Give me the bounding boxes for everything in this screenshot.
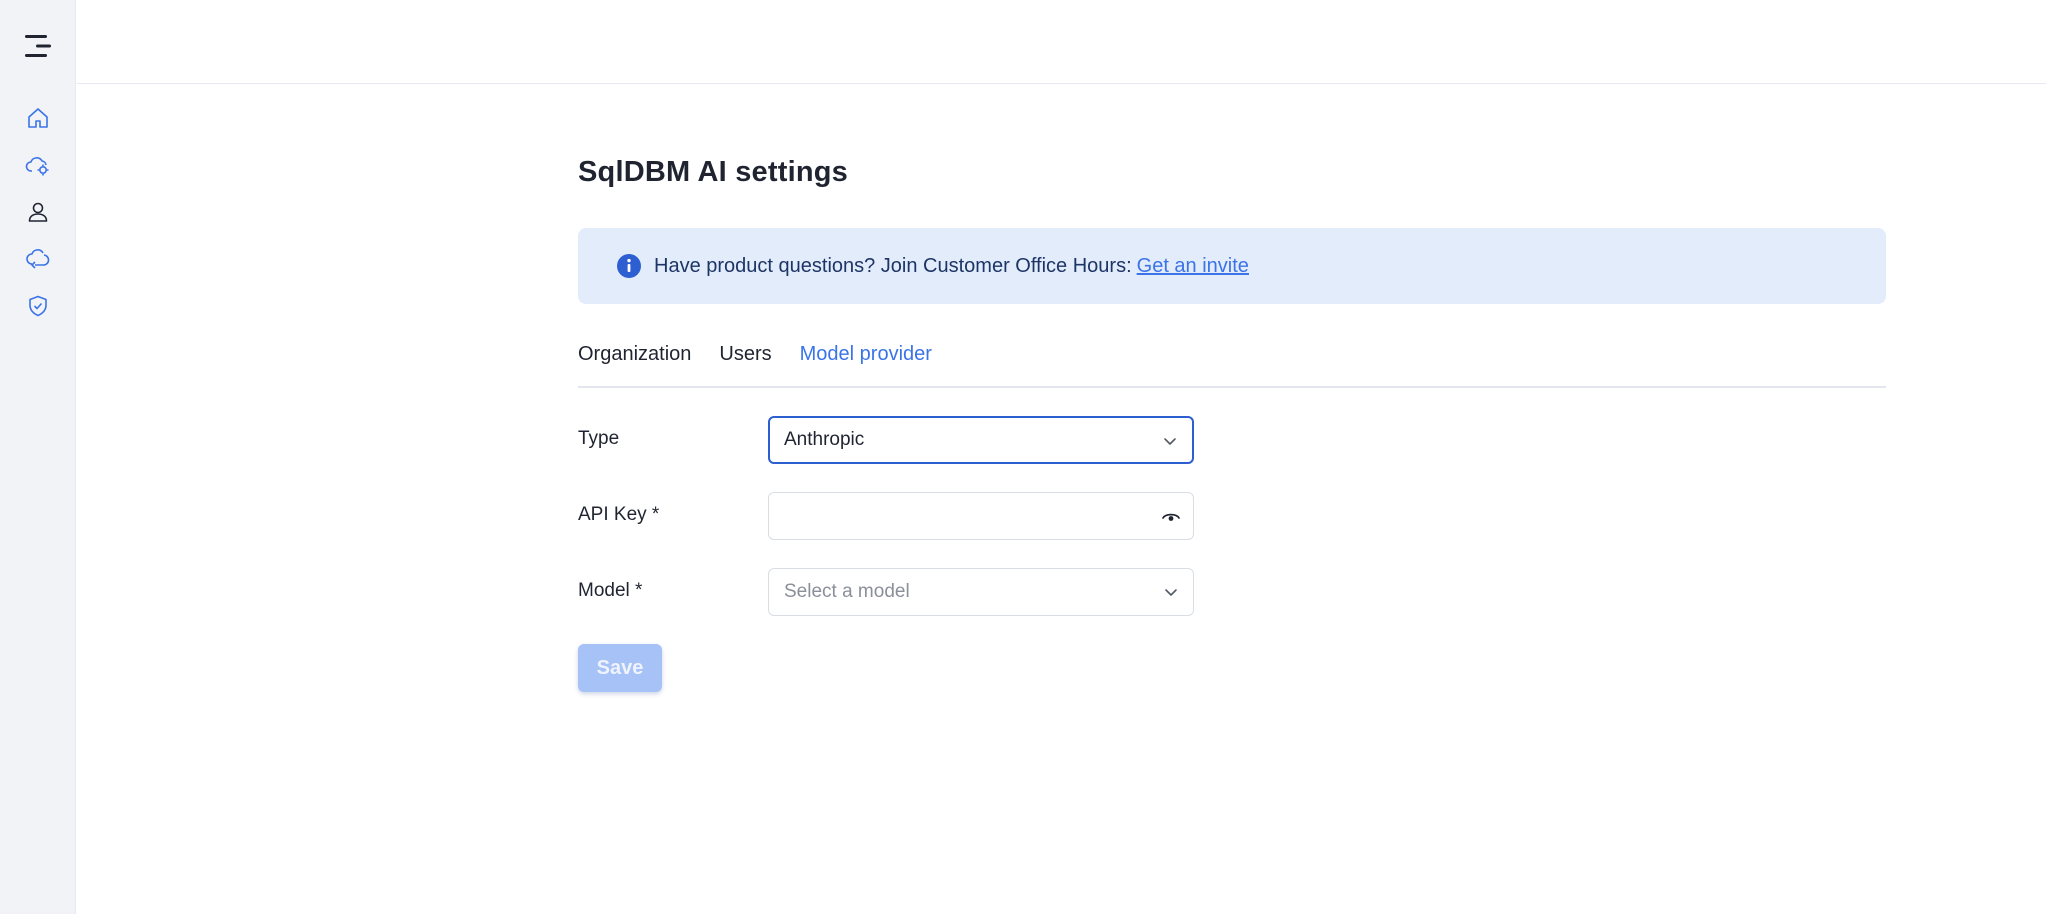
type-select[interactable]: Anthropic	[768, 416, 1194, 464]
home-icon[interactable]	[22, 102, 54, 134]
tab-organization[interactable]: Organization	[578, 342, 691, 366]
settings-tabs: Organization Users Model provider	[578, 342, 1886, 388]
save-button[interactable]: Save	[578, 644, 662, 692]
info-icon	[617, 254, 641, 278]
model-placeholder: Select a model	[784, 581, 910, 602]
api-key-label: API Key *	[578, 504, 660, 525]
top-bar	[77, 0, 2046, 84]
api-key-input[interactable]	[784, 501, 1144, 531]
model-label: Model *	[578, 580, 643, 601]
main-content: SqlDBM AI settings Have product question…	[578, 150, 1886, 692]
sidebar	[0, 0, 76, 914]
chevron-down-icon	[1164, 438, 1176, 445]
api-key-field[interactable]	[768, 492, 1194, 540]
tab-users[interactable]: Users	[719, 342, 771, 366]
info-banner: Have product questions? Join Customer Of…	[578, 228, 1886, 304]
model-row: Model * Select a model	[578, 568, 1886, 616]
type-label: Type	[578, 428, 620, 449]
user-icon[interactable]	[22, 196, 54, 228]
chevron-down-icon	[1165, 589, 1177, 596]
tab-model-provider[interactable]: Model provider	[800, 342, 932, 366]
puzzle-icon[interactable]	[22, 243, 54, 275]
type-row: Type Anthropic	[578, 416, 1886, 464]
banner-text: Have product questions? Join Customer Of…	[654, 254, 1132, 277]
shield-check-icon[interactable]	[22, 290, 54, 322]
api-key-row: API Key *	[578, 492, 1886, 540]
get-invite-link[interactable]: Get an invite	[1137, 255, 1249, 278]
type-selected-value: Anthropic	[784, 429, 865, 450]
cloud-settings-icon[interactable]	[22, 149, 54, 181]
menu-icon[interactable]	[22, 32, 54, 60]
page-title: SqlDBM AI settings	[578, 156, 848, 188]
model-select[interactable]: Select a model	[768, 568, 1194, 616]
eye-icon[interactable]	[1161, 507, 1181, 527]
